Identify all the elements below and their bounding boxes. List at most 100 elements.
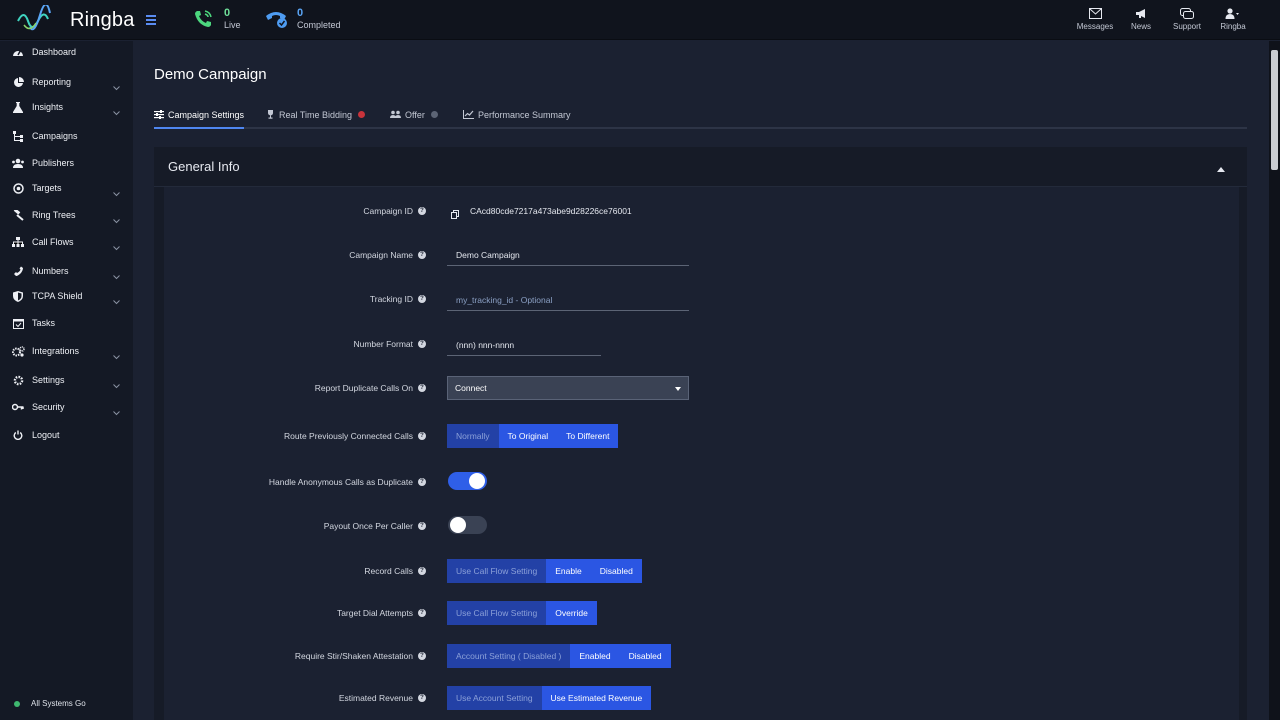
help-icon[interactable]: ? xyxy=(418,207,426,215)
campaign-name-row: Campaign Name ? Demo Campaign xyxy=(0,240,700,270)
menu-toggle-icon[interactable] xyxy=(146,12,158,28)
option-use-account-setting[interactable]: Use Account Setting xyxy=(447,686,542,710)
option-enable[interactable]: Enable xyxy=(546,559,591,583)
sliders-icon xyxy=(154,110,164,119)
report-duplicate-select[interactable]: Connect xyxy=(447,376,689,400)
chevron-down-icon xyxy=(113,78,120,96)
record-calls-row: Record Calls ? Use Call Flow Setting Ena… xyxy=(0,556,700,586)
completed-label: Completed xyxy=(297,20,341,30)
sidebar-item-insights[interactable]: Insights xyxy=(0,96,133,118)
news-link[interactable]: News xyxy=(1118,8,1164,31)
help-icon[interactable]: ? xyxy=(418,432,426,440)
tracking-id-row: Tracking ID ? my_tracking_id - Optional xyxy=(0,284,700,314)
help-icon[interactable]: ? xyxy=(418,340,426,348)
help-icon[interactable]: ? xyxy=(418,295,426,303)
route-previous-options: Normally To Original To Different xyxy=(447,424,619,448)
tracking-id-input[interactable]: my_tracking_id - Optional xyxy=(447,289,689,311)
sidebar-item-campaigns[interactable]: Campaigns xyxy=(0,125,133,147)
option-use-call-flow-setting[interactable]: Use Call Flow Setting xyxy=(447,601,547,625)
option-to-different[interactable]: To Different xyxy=(557,424,619,448)
caret-down-icon xyxy=(675,387,681,391)
messages-link[interactable]: Messages xyxy=(1072,8,1118,31)
sidebar-item-publishers[interactable]: Publishers xyxy=(0,152,133,174)
option-to-original[interactable]: To Original xyxy=(498,424,558,448)
help-icon[interactable]: ? xyxy=(418,652,426,660)
report-duplicate-row: Report Duplicate Calls On ? Connect xyxy=(0,373,700,403)
chevron-down-icon xyxy=(113,103,120,121)
page-title: Demo Campaign xyxy=(154,66,267,83)
live-calls-stat[interactable]: 0 Live xyxy=(192,7,241,31)
calendar-check-icon xyxy=(11,316,25,330)
sidebar-item-label: Security xyxy=(32,402,65,412)
option-account-setting[interactable]: Account Setting ( Disabled ) xyxy=(447,644,571,668)
users-icon xyxy=(390,110,401,119)
handle-anonymous-toggle[interactable] xyxy=(448,472,487,490)
envelope-icon xyxy=(1088,8,1102,19)
support-link[interactable]: Support xyxy=(1164,8,1210,31)
panel-title: General Info xyxy=(168,159,240,174)
copy-icon[interactable] xyxy=(451,206,459,224)
option-use-call-flow-setting[interactable]: Use Call Flow Setting xyxy=(447,559,547,583)
help-icon[interactable]: ? xyxy=(418,609,426,617)
target-icon xyxy=(11,181,25,195)
estimated-revenue-options: Use Account Setting Use Estimated Revenu… xyxy=(447,686,652,710)
option-normally[interactable]: Normally xyxy=(447,424,499,448)
help-icon[interactable]: ? xyxy=(418,251,426,259)
handle-anonymous-row: Handle Anonymous Calls as Duplicate ? xyxy=(0,467,700,497)
user-icon xyxy=(1225,8,1239,19)
option-disabled[interactable]: Disabled xyxy=(590,559,642,583)
number-format-input[interactable]: (nnn) nnn-nnnn xyxy=(447,334,601,356)
phone-check-icon xyxy=(266,12,287,28)
route-previous-row: Route Previously Connected Calls ? Norma… xyxy=(0,421,700,451)
stir-shaken-row: Require Stir/Shaken Attestation ? Accoun… xyxy=(0,641,700,671)
phone-ringing-icon xyxy=(195,10,212,27)
campaigns-icon xyxy=(11,129,25,143)
completed-calls-stat[interactable]: 0 Completed xyxy=(263,7,341,31)
collapse-icon[interactable] xyxy=(1217,167,1225,172)
support-chat-icon xyxy=(1180,8,1194,19)
ringba-logo[interactable]: Ringba xyxy=(16,4,135,36)
payout-once-toggle[interactable] xyxy=(448,516,487,534)
campaign-name-input[interactable]: Demo Campaign xyxy=(447,244,689,266)
header-links: Messages News Support Ringba xyxy=(1072,8,1256,31)
tab-real-time-bidding[interactable]: Real Time Bidding xyxy=(266,102,366,127)
dashboard-icon xyxy=(11,45,25,59)
sidebar-item-label: Tasks xyxy=(32,318,56,328)
option-use-estimated-revenue[interactable]: Use Estimated Revenue xyxy=(541,686,652,710)
tab-performance-summary[interactable]: Performance Summary xyxy=(463,102,571,127)
sidebar-item-label: Dashboard xyxy=(32,47,77,57)
scrollbar-thumb[interactable] xyxy=(1271,50,1278,170)
sidebar-item-label: Reporting xyxy=(32,77,72,87)
top-bar: Ringba 0 Live 0 Completed Messages News … xyxy=(0,0,1280,40)
option-disabled[interactable]: Disabled xyxy=(619,644,671,668)
sidebar-item-reporting[interactable]: Reporting xyxy=(0,71,133,93)
target-dial-row: Target Dial Attempts ? Use Call Flow Set… xyxy=(0,598,700,628)
trophy-icon xyxy=(266,110,275,119)
offer-status-dot xyxy=(430,111,438,118)
panel-header: General Info xyxy=(154,147,1247,187)
option-override[interactable]: Override xyxy=(546,601,597,625)
option-enabled[interactable]: Enabled xyxy=(570,644,620,668)
rtb-status-dot xyxy=(358,111,366,118)
campaign-tabs: Campaign Settings Real Time Bidding Offe… xyxy=(154,102,1247,129)
estimated-revenue-row: Estimated Revenue ? Use Account Setting … xyxy=(0,683,700,713)
help-icon[interactable]: ? xyxy=(418,478,426,486)
flask-icon xyxy=(11,100,25,114)
sidebar-item-label: Targets xyxy=(32,183,62,193)
ringba-logo-icon xyxy=(17,5,51,31)
megaphone-icon xyxy=(1135,9,1145,18)
user-menu[interactable]: Ringba xyxy=(1210,8,1256,31)
tab-offer[interactable]: Offer xyxy=(390,102,438,127)
help-icon[interactable]: ? xyxy=(418,384,426,392)
sidebar-item-label: Insights xyxy=(32,102,64,112)
campaign-id-value: CAcd80cde7217a473abe9d28226ce76001 xyxy=(470,206,632,216)
help-icon[interactable]: ? xyxy=(418,694,426,702)
number-format-row: Number Format ? (nnn) nnn-nnnn xyxy=(0,329,700,359)
help-icon[interactable]: ? xyxy=(418,567,426,575)
help-icon[interactable]: ? xyxy=(418,522,426,530)
stir-shaken-options: Account Setting ( Disabled ) Enabled Dis… xyxy=(447,644,671,668)
tab-campaign-settings[interactable]: Campaign Settings xyxy=(154,102,245,129)
sidebar-item-label: Publishers xyxy=(32,158,75,168)
sidebar-item-dashboard[interactable]: Dashboard xyxy=(0,41,133,63)
record-calls-options: Use Call Flow Setting Enable Disabled xyxy=(447,559,642,583)
